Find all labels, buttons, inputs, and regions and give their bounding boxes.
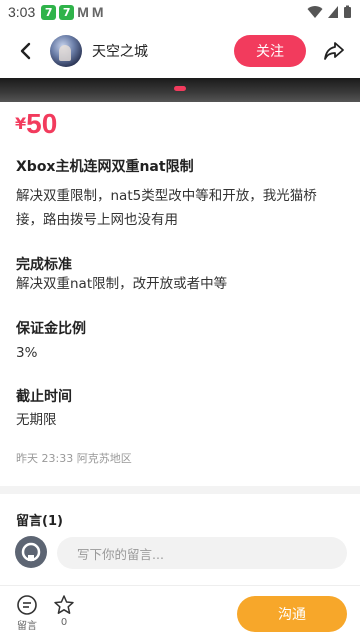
star-icon (54, 595, 74, 614)
share-icon (324, 42, 344, 60)
price-value: 50 (26, 108, 58, 139)
wifi-icon (307, 6, 323, 19)
status-bar: 3:03 7 7 M M (0, 0, 360, 24)
share-button[interactable] (320, 37, 348, 65)
comment-input[interactable]: 写下你的留言... (57, 537, 347, 569)
favorite-count: 0 (60, 617, 68, 628)
favorite-button[interactable]: 0 (48, 594, 80, 628)
section-text-deposit: 3% (16, 345, 38, 361)
battery-icon (344, 5, 351, 18)
back-arrow-icon (20, 42, 31, 60)
follow-button[interactable]: 关注 (234, 35, 306, 67)
bottom-action-bar: 留言 0 沟通 (0, 585, 360, 640)
section-title-deadline: 截止时间 (16, 389, 72, 405)
post-meta: 昨天 23:33 阿克苏地区 (16, 452, 132, 465)
comments-title: 留言(1) (16, 514, 63, 529)
username[interactable]: 天空之城 (92, 41, 148, 61)
message-icon (17, 595, 37, 615)
mail-notification-icon: M (91, 4, 104, 20)
user-avatar-icon (21, 542, 41, 562)
top-bar: 天空之城 关注 (0, 24, 360, 78)
section-divider (0, 486, 360, 494)
status-time: 3:03 (8, 4, 36, 20)
section-text-completion: 解决双重nat限制，改开放或者中等 (16, 276, 228, 292)
post-title: Xbox主机连网双重nat限制 (16, 159, 194, 175)
back-button[interactable] (12, 37, 40, 65)
message-button[interactable]: 留言 (11, 594, 43, 632)
signal-icon (328, 6, 338, 18)
post-description: 解决双重限制，nat5类型改中等和开放，我光猫桥接，路由拨号上网也没有用 (16, 188, 317, 228)
section-text-deadline: 无期限 (16, 412, 57, 428)
app-notification-icon: 7 (59, 4, 75, 20)
currency-symbol: ¥ (15, 114, 27, 133)
app-notification-icon: 7 (41, 4, 57, 20)
section-title-completion: 完成标准 (16, 257, 72, 273)
price: ¥50 (15, 108, 57, 140)
user-avatar[interactable] (50, 35, 82, 67)
carousel-indicator (174, 86, 186, 91)
my-avatar (15, 536, 47, 568)
section-title-deposit: 保证金比例 (16, 321, 86, 337)
message-label: 留言 (17, 621, 37, 632)
chat-button[interactable]: 沟通 (237, 596, 347, 632)
mail-notification-icon: M (77, 4, 89, 20)
